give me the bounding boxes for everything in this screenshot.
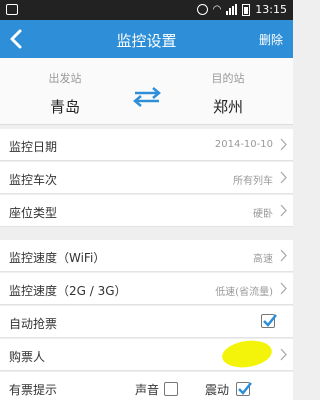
row-value: 低速(省流量) (215, 287, 273, 298)
row-value: 高速 (253, 254, 273, 265)
notification-icons (6, 4, 18, 18)
arrival-station[interactable]: 目的站 郑州 (183, 70, 273, 117)
chevron-right-icon (280, 171, 287, 184)
row-label: 座位类型 (9, 206, 58, 220)
chevron-right-icon (280, 204, 287, 217)
row-label: 监控速度（WiFi） (9, 251, 106, 265)
checkmark-icon (263, 314, 277, 327)
row-label: 自动抢票 (9, 317, 58, 331)
chevron-right-icon (280, 282, 287, 295)
monitor-date-row[interactable]: 监控日期 2014-10-10 (0, 129, 293, 161)
auto-grab-checkbox[interactable] (261, 314, 277, 328)
sound-option-label: 声音 (135, 383, 160, 397)
row-value: 2014-10-10 (214, 139, 273, 150)
status-bar: ◠ 13:15 (0, 0, 293, 20)
image-notification-icon (6, 4, 18, 15)
row-value: 所有列车 (233, 176, 273, 187)
row-label: 监控日期 (9, 140, 58, 154)
battery-icon (242, 3, 251, 16)
departure-city: 青岛 (49, 98, 80, 116)
auto-grab-row[interactable]: 自动抢票 (0, 306, 293, 338)
signal-icon (226, 4, 238, 15)
swap-arrows-icon (133, 87, 161, 107)
row-label: 购票人 (9, 350, 46, 364)
swap-stations-button[interactable] (132, 86, 162, 108)
chevron-right-icon (280, 249, 287, 262)
arrival-city: 郑州 (212, 98, 243, 116)
departure-station[interactable]: 出发站 青岛 (20, 70, 110, 117)
checkmark-icon (238, 382, 252, 395)
monitor-train-row[interactable]: 监控车次 所有列车 (0, 162, 293, 194)
page-title: 监控设置 (116, 32, 177, 50)
title-bar: 监控设置 删除 (0, 20, 293, 58)
chevron-right-icon (280, 138, 287, 151)
chevron-right-icon (280, 348, 287, 361)
sound-checkbox[interactable] (164, 382, 178, 396)
delete-button[interactable]: 删除 (259, 31, 283, 48)
monitor-speed-wifi-row[interactable]: 监控速度（WiFi） 高速 (0, 240, 293, 272)
vibrate-checkbox[interactable] (236, 382, 252, 396)
departure-label: 出发站 (48, 72, 82, 85)
arrival-label: 目的站 (211, 72, 245, 85)
station-selector: 出发站 青岛 目的站 郑州 (0, 58, 293, 125)
monitor-speed-mobile-row[interactable]: 监控速度（2G / 3G） 低速(省流量) (0, 273, 293, 305)
row-label: 监控速度（2G / 3G） (9, 284, 127, 298)
row-value: 硬卧 (253, 209, 273, 220)
row-label: 监控车次 (9, 173, 58, 187)
status-icons: ◠ 13:15 (196, 3, 287, 16)
wifi-icon: ◠ (212, 4, 222, 15)
vibrate-option-label: 震动 (205, 383, 230, 397)
seat-type-row[interactable]: 座位类型 硬卧 (0, 195, 293, 227)
clock: 13:15 (255, 3, 287, 16)
row-label: 有票提示 (9, 383, 58, 397)
alarm-icon (196, 4, 208, 15)
